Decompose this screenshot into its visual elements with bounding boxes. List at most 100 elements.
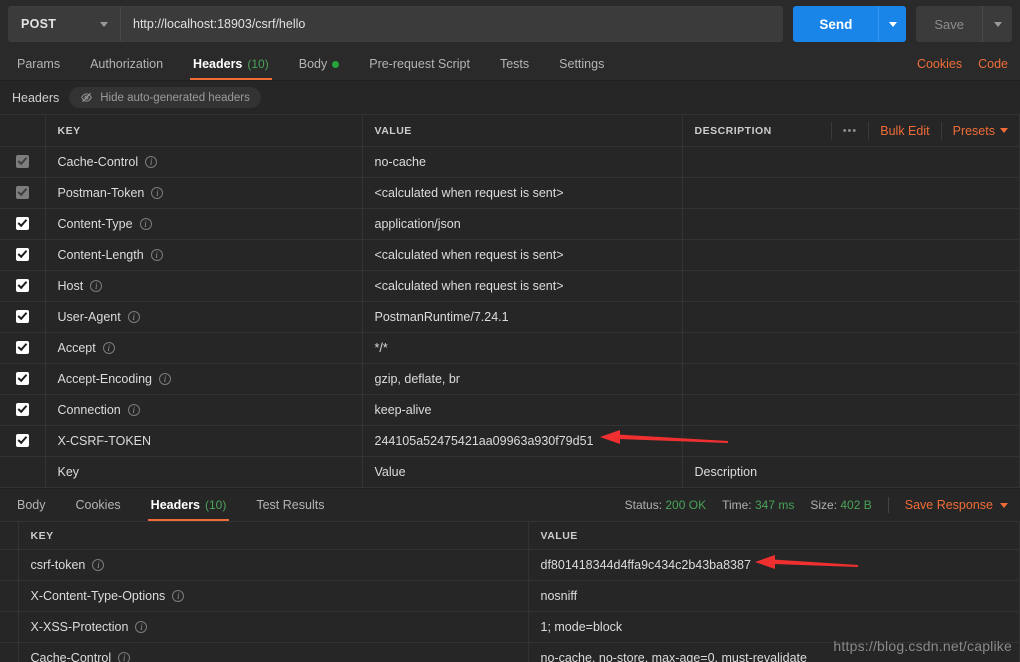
response-tab-headers[interactable]: Headers (10) [136, 489, 242, 521]
row-checkbox-cell[interactable] [0, 178, 45, 209]
info-icon[interactable]: i [145, 156, 157, 168]
row-checkbox[interactable] [16, 248, 29, 261]
tab-headers[interactable]: Headers (10) [178, 48, 284, 80]
row-value-cell[interactable]: keep-alive [362, 395, 682, 426]
row-key-cell[interactable]: Content-Lengthi [45, 240, 362, 271]
table-more-options-button[interactable]: ••• [831, 122, 869, 140]
save-options-button[interactable] [982, 6, 1012, 42]
row-value-cell[interactable]: */* [362, 333, 682, 364]
tab-settings[interactable]: Settings [544, 48, 619, 80]
info-icon[interactable]: i [128, 404, 140, 416]
row-checkbox-cell[interactable] [0, 364, 45, 395]
hide-auto-generated-headers-toggle[interactable]: Hide auto-generated headers [69, 87, 261, 108]
row-value-cell[interactable]: 244105a52475421aa09963a930f79d51 [362, 426, 682, 457]
tab-tests[interactable]: Tests [485, 48, 544, 80]
row-key-cell[interactable]: Postman-Tokeni [45, 178, 362, 209]
row-key-cell[interactable]: User-Agenti [45, 302, 362, 333]
row-value-cell[interactable]: PostmanRuntime/7.24.1 [362, 302, 682, 333]
row-key-cell[interactable]: X-CSRF-TOKEN [45, 426, 362, 457]
row-key-cell[interactable]: Content-Typei [45, 209, 362, 240]
http-method-selector[interactable]: POST [9, 7, 121, 41]
row-key-cell[interactable]: Cache-Controli [45, 147, 362, 178]
response-tab-test-results[interactable]: Test Results [241, 489, 339, 521]
tab-body[interactable]: Body [284, 48, 355, 80]
table-row[interactable]: User-AgentiPostmanRuntime/7.24.1 [0, 302, 1020, 333]
table-row[interactable]: X-Content-Type-Optionsinosniff [0, 581, 1020, 612]
row-description-cell[interactable] [682, 333, 1020, 364]
new-row-description-input[interactable]: Description [682, 457, 1020, 488]
row-checkbox[interactable] [16, 279, 29, 292]
table-row[interactable]: Postman-Tokeni<calculated when request i… [0, 178, 1020, 209]
table-row[interactable]: Content-Typeiapplication/json [0, 209, 1020, 240]
row-description-cell[interactable] [682, 426, 1020, 457]
row-checkbox[interactable] [16, 217, 29, 230]
row-value-cell[interactable]: application/json [362, 209, 682, 240]
info-icon[interactable]: i [135, 621, 147, 633]
save-response-button[interactable]: Save Response [905, 498, 1008, 512]
request-url-input[interactable] [121, 7, 782, 41]
info-icon[interactable]: i [151, 187, 163, 199]
table-row[interactable]: csrf-tokenidf801418344d4ffa9c434c2b43ba8… [0, 550, 1020, 581]
info-icon[interactable]: i [128, 311, 140, 323]
row-checkbox-cell[interactable] [0, 271, 45, 302]
info-icon[interactable]: i [172, 590, 184, 602]
row-checkbox[interactable] [16, 155, 29, 168]
table-row[interactable]: Connectionikeep-alive [0, 395, 1020, 426]
row-checkbox-cell[interactable] [0, 147, 45, 178]
row-description-cell[interactable] [682, 178, 1020, 209]
table-row[interactable]: X-CSRF-TOKEN244105a52475421aa09963a930f7… [0, 426, 1020, 457]
row-description-cell[interactable] [682, 395, 1020, 426]
save-button[interactable]: Save [916, 6, 982, 42]
response-tab-cookies[interactable]: Cookies [61, 489, 136, 521]
new-row-value-input[interactable]: Value [362, 457, 682, 488]
row-checkbox[interactable] [16, 310, 29, 323]
row-description-cell[interactable] [682, 302, 1020, 333]
row-checkbox[interactable] [16, 403, 29, 416]
table-row[interactable]: Accept-Encodingigzip, deflate, br [0, 364, 1020, 395]
tab-params[interactable]: Params [2, 48, 75, 80]
info-icon[interactable]: i [103, 342, 115, 354]
row-value-cell[interactable]: <calculated when request is sent> [362, 271, 682, 302]
row-checkbox[interactable] [16, 372, 29, 385]
bulk-edit-button[interactable]: Bulk Edit [868, 122, 940, 140]
info-icon[interactable]: i [118, 652, 130, 662]
info-icon[interactable]: i [92, 559, 104, 571]
send-button[interactable]: Send [793, 6, 878, 42]
row-description-cell[interactable] [682, 147, 1020, 178]
row-value-cell[interactable]: gzip, deflate, br [362, 364, 682, 395]
row-description-cell[interactable] [682, 240, 1020, 271]
code-link[interactable]: Code [978, 57, 1008, 71]
table-row[interactable]: Hosti<calculated when request is sent> [0, 271, 1020, 302]
row-value-cell[interactable]: <calculated when request is sent> [362, 178, 682, 209]
row-description-cell[interactable] [682, 271, 1020, 302]
new-row-key-input[interactable]: Key [45, 457, 362, 488]
info-icon[interactable]: i [151, 249, 163, 261]
row-key-cell[interactable]: Accepti [45, 333, 362, 364]
row-key-cell[interactable]: Connectioni [45, 395, 362, 426]
table-row[interactable]: Content-Lengthi<calculated when request … [0, 240, 1020, 271]
new-header-row[interactable]: KeyValueDescription [0, 457, 1020, 488]
row-checkbox-cell[interactable] [0, 395, 45, 426]
row-checkbox-cell[interactable] [0, 426, 45, 457]
row-value-cell[interactable]: no-cache [362, 147, 682, 178]
row-description-cell[interactable] [682, 364, 1020, 395]
info-icon[interactable]: i [90, 280, 102, 292]
row-checkbox-cell[interactable] [0, 240, 45, 271]
row-checkbox[interactable] [16, 341, 29, 354]
row-checkbox[interactable] [16, 186, 29, 199]
tab-pre-request-script[interactable]: Pre-request Script [354, 48, 485, 80]
row-key-cell[interactable]: Hosti [45, 271, 362, 302]
send-options-button[interactable] [878, 6, 906, 42]
presets-button[interactable]: Presets [941, 122, 1019, 140]
response-tab-body[interactable]: Body [2, 489, 61, 521]
row-checkbox-cell[interactable] [0, 333, 45, 364]
cookies-link[interactable]: Cookies [917, 57, 962, 71]
row-description-cell[interactable] [682, 209, 1020, 240]
row-checkbox-cell[interactable] [0, 209, 45, 240]
row-value-cell[interactable]: <calculated when request is sent> [362, 240, 682, 271]
row-checkbox[interactable] [16, 434, 29, 447]
info-icon[interactable]: i [140, 218, 152, 230]
tab-authorization[interactable]: Authorization [75, 48, 178, 80]
row-checkbox-cell[interactable] [0, 302, 45, 333]
info-icon[interactable]: i [159, 373, 171, 385]
